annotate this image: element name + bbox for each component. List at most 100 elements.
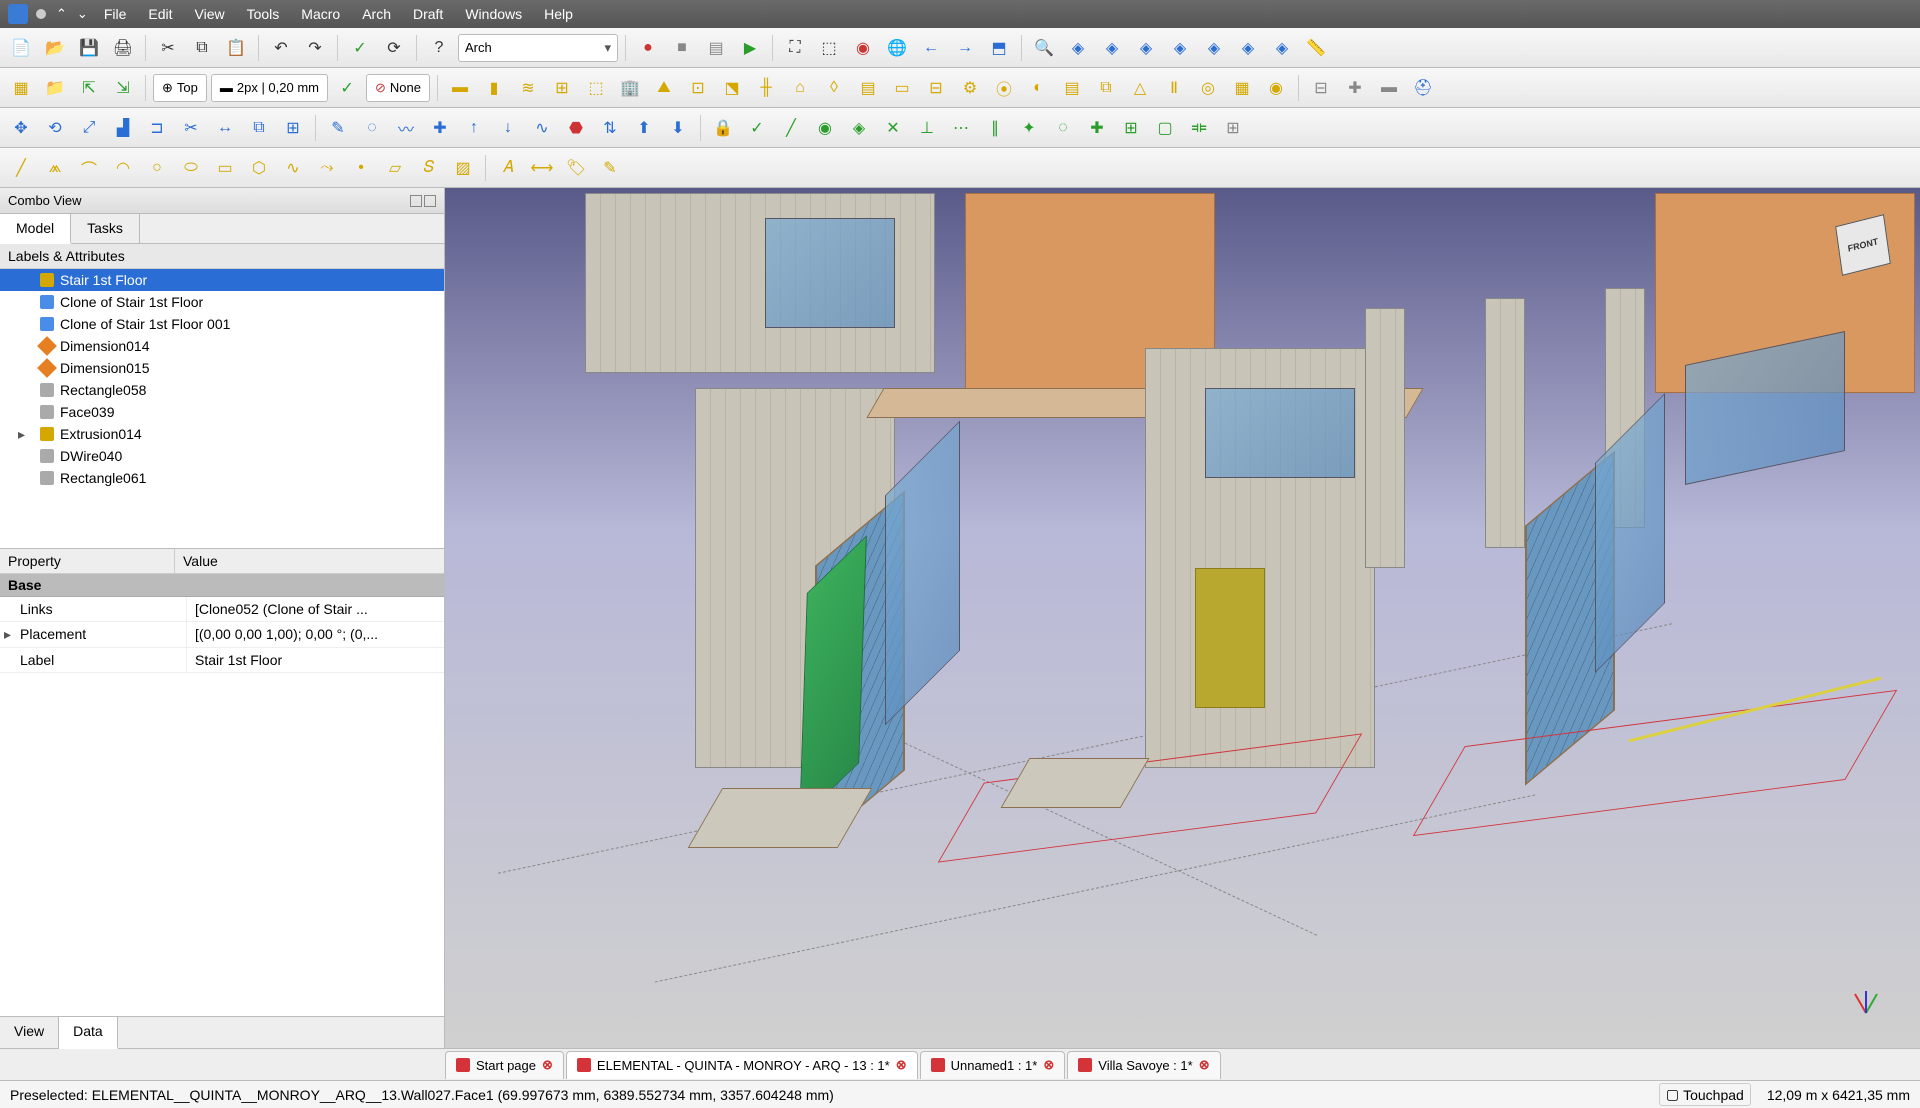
- arch-remove-icon[interactable]: ▬: [1374, 73, 1404, 103]
- redo-icon[interactable]: ↷: [300, 33, 330, 63]
- menu-file[interactable]: File: [94, 2, 137, 26]
- menu-arch[interactable]: Arch: [352, 2, 401, 26]
- arch-grid-icon[interactable]: ⊞: [547, 73, 577, 103]
- scale-icon[interactable]: ⤢: [74, 113, 104, 143]
- edit-icon[interactable]: ✎: [323, 113, 353, 143]
- menu-view[interactable]: View: [185, 2, 235, 26]
- dimension-icon[interactable]: ⟷: [527, 153, 557, 183]
- arch-pipe-icon[interactable]: ⦿: [989, 73, 1019, 103]
- doc-tab-villa[interactable]: Villa Savoye : 1*⊗: [1067, 1051, 1220, 1079]
- clone-icon[interactable]: ⧉: [244, 113, 274, 143]
- menu-macro[interactable]: Macro: [291, 2, 350, 26]
- arch-profile-icon[interactable]: Ⅱ: [1159, 73, 1189, 103]
- rear-view-icon[interactable]: ◈: [1199, 33, 1229, 63]
- doc-tab-elemental[interactable]: ELEMENTAL - QUINTA - MONROY - ARQ - 13 :…: [566, 1051, 918, 1079]
- navigation-cube[interactable]: [1818, 200, 1908, 290]
- arch-building-icon[interactable]: 🏢: [615, 73, 645, 103]
- link-icon[interactable]: ⬒: [984, 33, 1014, 63]
- arch-fence-icon[interactable]: ⧉: [1091, 73, 1121, 103]
- fillet-icon[interactable]: ⌒: [74, 153, 104, 183]
- tree-item[interactable]: Dimension015: [0, 357, 444, 379]
- record-macro-icon[interactable]: ●: [633, 33, 663, 63]
- snap-mid-icon[interactable]: ╱: [776, 113, 806, 143]
- zoom-icon[interactable]: 🔍: [1029, 33, 1059, 63]
- fit-selection-icon[interactable]: ⬚: [814, 33, 844, 63]
- caret-up-icon[interactable]: ⌃: [56, 6, 67, 22]
- bezier-icon[interactable]: ⤳: [312, 153, 342, 183]
- doc-tab-unnamed[interactable]: Unnamed1 : 1*⊗: [920, 1051, 1066, 1079]
- refresh-icon[interactable]: ⟳: [379, 33, 409, 63]
- doc-tab-start[interactable]: Start page⊗: [445, 1051, 564, 1079]
- panel-close-icon[interactable]: [424, 195, 436, 207]
- new-file-icon[interactable]: 📄: [6, 33, 36, 63]
- tab-tasks[interactable]: Tasks: [71, 214, 140, 243]
- slope-icon[interactable]: ⬣: [561, 113, 591, 143]
- shape2d-icon[interactable]: ↓: [493, 113, 523, 143]
- arch-wall-icon[interactable]: ▬: [445, 73, 475, 103]
- flip-dim-icon[interactable]: ⇅: [595, 113, 625, 143]
- snap-spec-icon[interactable]: ✦: [1014, 113, 1044, 143]
- top-view-icon[interactable]: ◈: [1131, 33, 1161, 63]
- tree-item[interactable]: Dimension014: [0, 335, 444, 357]
- arch-window-icon[interactable]: ⊡: [683, 73, 713, 103]
- tree-item[interactable]: Rectangle061: [0, 467, 444, 489]
- ellipse-icon[interactable]: ⬭: [176, 153, 206, 183]
- menu-help[interactable]: Help: [534, 2, 583, 26]
- label-icon[interactable]: 🏷: [561, 153, 591, 183]
- arch-rebar-icon[interactable]: ≋: [513, 73, 543, 103]
- iso-view-icon[interactable]: ◈: [1063, 33, 1093, 63]
- undo-icon[interactable]: ↶: [266, 33, 296, 63]
- bottom-view-icon[interactable]: ◈: [1233, 33, 1263, 63]
- snap-int-icon[interactable]: ✕: [878, 113, 908, 143]
- menu-tools[interactable]: Tools: [237, 2, 290, 26]
- snap-angle-icon[interactable]: ◈: [844, 113, 874, 143]
- arch-import-icon[interactable]: ⇱: [74, 73, 104, 103]
- arch-add-icon[interactable]: ✚: [1340, 73, 1370, 103]
- 3d-viewport[interactable]: [445, 188, 1920, 1048]
- tree-item[interactable]: DWire040: [0, 445, 444, 467]
- caret-down-icon[interactable]: ⌄: [77, 6, 88, 22]
- arch-material-icon[interactable]: ◐: [1023, 73, 1053, 103]
- snap-center-icon[interactable]: ◉: [810, 113, 840, 143]
- whats-this-icon[interactable]: ?: [424, 33, 454, 63]
- tree-item[interactable]: Clone of Stair 1st Floor 001: [0, 313, 444, 335]
- panel-min-icon[interactable]: [410, 195, 422, 207]
- draft2sketch-icon[interactable]: ∿: [527, 113, 557, 143]
- workbench-selector[interactable]: Arch ▾: [458, 34, 618, 62]
- stop-macro-icon[interactable]: ■: [667, 33, 697, 63]
- fill-none-box[interactable]: ⊘None: [366, 74, 430, 102]
- close-tab-icon[interactable]: ⊗: [896, 1057, 907, 1073]
- arch-floor-icon[interactable]: ⬚: [581, 73, 611, 103]
- snap-near-icon[interactable]: ◌: [1048, 113, 1078, 143]
- wire-to-bspline-icon[interactable]: 〰: [391, 113, 421, 143]
- facebinder-icon[interactable]: ▱: [380, 153, 410, 183]
- line-icon[interactable]: ╱: [6, 153, 36, 183]
- draw-style-icon[interactable]: ◉: [848, 33, 878, 63]
- paste-icon[interactable]: 📋: [221, 33, 251, 63]
- menu-draft[interactable]: Draft: [403, 2, 453, 26]
- tab-view[interactable]: View: [0, 1017, 59, 1048]
- snap-wp-icon[interactable]: ▢: [1150, 113, 1180, 143]
- arch-structure-icon[interactable]: ▮: [479, 73, 509, 103]
- subelement-icon[interactable]: ◌: [357, 113, 387, 143]
- nav-forward-icon[interactable]: →: [950, 33, 980, 63]
- play-macro-icon[interactable]: ▶: [735, 33, 765, 63]
- cut-icon[interactable]: ✂: [153, 33, 183, 63]
- arch-part-icon[interactable]: ▦: [6, 73, 36, 103]
- arch-schedule-icon[interactable]: ▤: [1057, 73, 1087, 103]
- snap-dim-icon[interactable]: ⟚: [1184, 113, 1214, 143]
- right-view-icon[interactable]: ◈: [1165, 33, 1195, 63]
- mirror-icon[interactable]: ▟: [108, 113, 138, 143]
- fit-all-icon[interactable]: ⛶: [780, 33, 810, 63]
- measure-icon[interactable]: 📏: [1301, 33, 1331, 63]
- trimex-icon[interactable]: ✂: [176, 113, 206, 143]
- tab-model[interactable]: Model: [0, 214, 71, 244]
- snap-perp-icon[interactable]: ⊥: [912, 113, 942, 143]
- toggle-grid-icon[interactable]: ⊞: [1218, 113, 1248, 143]
- tree-item-stair[interactable]: Stair 1st Floor: [0, 269, 444, 291]
- arch-equipment-icon[interactable]: ⚙: [955, 73, 985, 103]
- print-icon[interactable]: 🖨: [108, 33, 138, 63]
- del-point-icon[interactable]: ↑: [459, 113, 489, 143]
- snap-end-icon[interactable]: ✓: [742, 113, 772, 143]
- arc-icon[interactable]: ◠: [108, 153, 138, 183]
